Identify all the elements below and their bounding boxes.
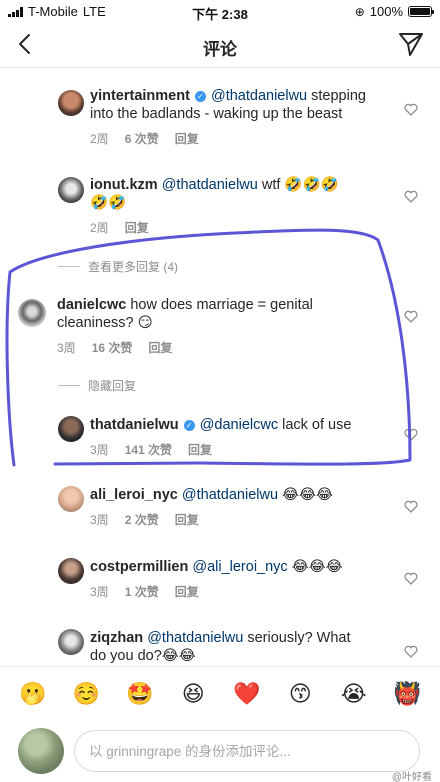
emoji-button[interactable]: ☺️: [69, 682, 103, 708]
verified-badge-icon: ✓: [183, 420, 195, 431]
comment-mention[interactable]: @danielcwc: [200, 417, 278, 433]
comment-username[interactable]: ionut.kzm: [90, 177, 158, 193]
comment-mention[interactable]: @ali_leroi_nyc: [192, 559, 287, 575]
comment-likes[interactable]: 141 次赞: [125, 441, 172, 458]
comment-likes[interactable]: 16 次赞: [92, 339, 133, 356]
comment-mention[interactable]: @thatdanielwu: [147, 630, 243, 646]
comment-mention[interactable]: @thatdanielwu: [182, 487, 278, 503]
comment-meta: 2周 6 次赞 回复: [90, 130, 199, 147]
comment-text: costpermillien @ali_leroi_nyc 😂😂😂: [90, 558, 400, 576]
comment-text-line1: wtf 🤣🤣🤣: [257, 177, 339, 193]
avatar[interactable]: [58, 558, 84, 584]
comment-username[interactable]: costpermillien: [90, 559, 188, 575]
emoji-button[interactable]: 😭: [337, 682, 371, 708]
comment-meta: 2周 回复: [90, 219, 149, 236]
avatar[interactable]: [58, 486, 84, 512]
comment-text-line1: stepping: [307, 88, 366, 104]
reply-button[interactable]: 回复: [188, 441, 212, 458]
comment-text-line2: cleaniness? 😏: [57, 315, 153, 331]
comment-text-line1: 😂😂😂: [278, 487, 333, 503]
battery-percent: 100%: [369, 4, 403, 19]
heart-icon[interactable]: [404, 310, 418, 323]
heart-icon[interactable]: [404, 103, 418, 116]
comments-list: yintertainment ✓ @thatdanielwu stepping …: [0, 69, 440, 665]
comment-text: ziqzhan @thatdanielwu seriously? What do…: [90, 629, 390, 665]
nav-bar: 评论: [0, 22, 440, 68]
view-more-replies-label: 查看更多回复 (4): [88, 260, 179, 274]
comment-username[interactable]: ziqzhan: [90, 630, 143, 646]
comment-text: yintertainment ✓ @thatdanielwu stepping …: [90, 87, 400, 123]
self-avatar: [18, 728, 64, 774]
comment-meta: 3周 1 次赞 回复: [90, 583, 199, 600]
verified-badge-icon: ✓: [194, 91, 206, 102]
reply-button[interactable]: 回复: [175, 511, 199, 528]
comment-text-line2: do you do?😂😂: [90, 648, 196, 664]
status-right: ⊕ 100%: [354, 4, 434, 19]
comment-text-line2: 🤣🤣: [90, 195, 127, 211]
comment-username[interactable]: ali_leroi_nyc: [90, 487, 178, 503]
comment-input-row: @叶好看: [0, 722, 440, 782]
page-title: 评论: [203, 40, 237, 59]
comment-text: ionut.kzm @thatdanielwu wtf 🤣🤣🤣 🤣🤣: [90, 176, 390, 212]
watermark: @叶好看: [391, 772, 432, 782]
comment-meta: 3周 141 次赞 回复: [90, 441, 212, 458]
heart-icon[interactable]: [404, 190, 418, 203]
emoji-button[interactable]: 😆: [176, 682, 210, 708]
heart-icon[interactable]: [404, 428, 418, 441]
comment-input[interactable]: [74, 730, 420, 772]
emoji-button[interactable]: 😙: [283, 682, 317, 708]
comment-time: 3周: [57, 341, 76, 355]
avatar[interactable]: [58, 177, 84, 203]
comment-text-line1: 😂😂😂: [287, 559, 343, 575]
comment-meta: 3周 16 次赞 回复: [57, 339, 172, 356]
heart-icon[interactable]: [404, 645, 418, 658]
comment-text: ali_leroi_nyc @thatdanielwu 😂😂😂: [90, 486, 400, 504]
reply-button[interactable]: 回复: [175, 583, 199, 600]
comment-likes[interactable]: 6 次赞: [125, 130, 159, 147]
comment-likes[interactable]: 2 次赞: [125, 511, 159, 528]
comment-time: 3周: [90, 443, 109, 457]
comment-text-line1: how does marriage = genital: [126, 297, 313, 313]
comment-time: 3周: [90, 585, 109, 599]
emoji-button[interactable]: 🤩: [123, 682, 157, 708]
reply-button[interactable]: 回复: [125, 219, 149, 236]
reply-button[interactable]: 回复: [175, 130, 199, 147]
thread-line: [58, 266, 80, 267]
send-icon[interactable]: [398, 31, 424, 57]
thread-line: [58, 385, 80, 386]
comment-username[interactable]: thatdanielwu: [90, 417, 179, 433]
emoji-bar: 🫢 ☺️ 🤩 😆 ❤️ 😙 😭 👹: [0, 666, 440, 722]
avatar[interactable]: [58, 629, 84, 655]
avatar[interactable]: [58, 416, 84, 442]
emoji-button[interactable]: ❤️: [230, 682, 264, 708]
emoji-button[interactable]: 🫢: [16, 682, 50, 708]
comment-text: thatdanielwu ✓ @danielcwc lack of use: [90, 416, 400, 434]
rotation-lock-icon: ⊕: [354, 4, 365, 19]
heart-icon[interactable]: [404, 572, 418, 585]
comment-text-line2: into the badlands - waking up the beast: [90, 106, 343, 122]
hide-replies-button[interactable]: 隐藏回复: [58, 377, 136, 394]
comment-likes[interactable]: 1 次赞: [125, 583, 159, 600]
comment-time: 2周: [90, 221, 109, 235]
reply-button[interactable]: 回复: [148, 339, 172, 356]
comment-time: 3周: [90, 513, 109, 527]
comment-text-line1: seriously? What: [243, 630, 351, 646]
comment-meta: 3周 2 次赞 回复: [90, 511, 199, 528]
emoji-button[interactable]: 👹: [390, 682, 424, 708]
comment-text-line1: lack of use: [278, 417, 352, 433]
comment-mention[interactable]: @thatdanielwu: [162, 177, 258, 193]
comment-mention[interactable]: @thatdanielwu: [211, 88, 307, 104]
status-bar: T-Mobile LTE 下午 2:38 ⊕ 100%: [0, 0, 440, 22]
comment-text: danielcwc how does marriage = genital cl…: [57, 296, 387, 332]
avatar[interactable]: [18, 299, 46, 327]
comment-username[interactable]: yintertainment: [90, 88, 190, 104]
comment-username[interactable]: danielcwc: [57, 297, 126, 313]
avatar[interactable]: [58, 90, 84, 116]
view-more-replies-button[interactable]: 查看更多回复 (4): [58, 258, 178, 275]
comment-time: 2周: [90, 132, 109, 146]
heart-icon[interactable]: [404, 500, 418, 513]
hide-replies-label: 隐藏回复: [88, 379, 137, 393]
battery-icon: [408, 6, 434, 17]
